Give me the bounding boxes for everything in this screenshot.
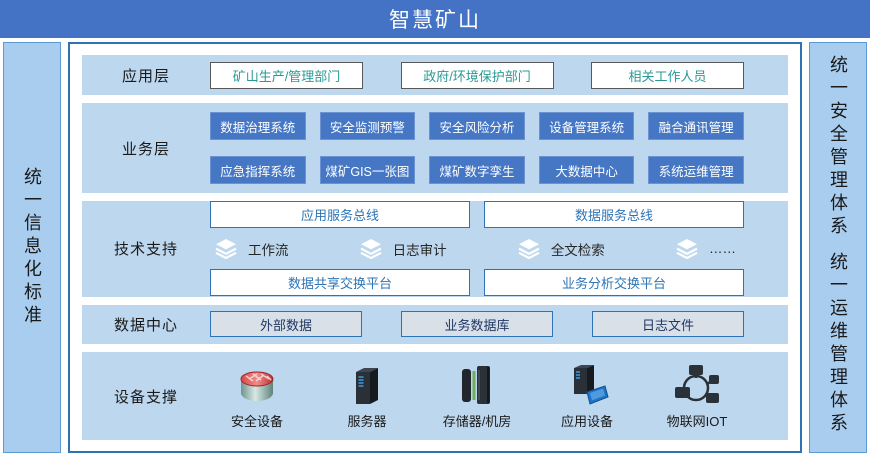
tech-support-content: 应用服务总线 数据服务总线 工作流 [210, 201, 744, 296]
service-label: …… [709, 241, 736, 256]
app-device-icon [564, 362, 610, 408]
middleware-service: 工作流 [214, 238, 289, 259]
business-box: 安全风险分析 [429, 112, 525, 140]
middleware-service: 日志审计 [359, 238, 447, 259]
data-box: 外部数据 [210, 311, 362, 337]
service-bus-box: 数据服务总线 [484, 201, 744, 228]
service-bus-box: 应用服务总线 [210, 201, 470, 228]
equipment-label: 物联网IOT [667, 411, 728, 430]
service-label: 全文检索 [551, 239, 605, 259]
application-box: 政府/环境保护部门 [401, 62, 554, 89]
exchange-platform-box: 数据共享交换平台 [210, 269, 470, 296]
smart-mine-architecture-diagram: 智慧矿山 统一信息化标准 应用层 矿山生产/管理部门 政府/环境保护部门 相关工… [0, 0, 870, 457]
page-title: 智慧矿山 [389, 4, 481, 34]
equipment-item: 应用设备 [540, 362, 634, 430]
tech-support-band: 技术支持 应用服务总线 数据服务总线 工作流 [82, 201, 788, 297]
equipment-item: 物联网IOT [650, 362, 744, 430]
middleware-service: …… [675, 238, 736, 259]
equipment-item: 存储器/机房 [430, 362, 524, 430]
equipment-item: 安全设备 [210, 362, 304, 430]
equipment-label: 存储器/机房 [443, 411, 512, 430]
left-sidebar-label: 统一信息化标准 [23, 167, 41, 328]
business-box: 应急指挥系统 [210, 156, 306, 184]
equipment-label: 应用设备 [561, 411, 613, 430]
tech-support-label: 技术支持 [82, 238, 210, 259]
right-sidebar-label-ops: 统一运维管理体系 [829, 252, 847, 436]
business-layer-boxes: 数据治理系统 安全监测预警 安全风险分析 设备管理系统 融合通讯管理 应急指挥系… [210, 112, 744, 184]
business-layer-label: 业务层 [82, 138, 210, 159]
business-box: 大数据中心 [539, 156, 635, 184]
business-layer-band: 业务层 数据治理系统 安全监测预警 安全风险分析 设备管理系统 融合通讯管理 应… [82, 103, 788, 193]
application-box: 相关工作人员 [591, 62, 744, 89]
data-box: 业务数据库 [401, 311, 553, 337]
equipment-layer-label: 设备支撑 [82, 386, 210, 407]
business-box: 融合通讯管理 [648, 112, 744, 140]
middleware-service: 全文检索 [517, 238, 605, 259]
iot-icon [673, 362, 721, 408]
right-sidebar-label-security: 统一安全管理体系 [829, 55, 847, 239]
application-layer-label: 应用层 [82, 65, 210, 86]
application-layer-boxes: 矿山生产/管理部门 政府/环境保护部门 相关工作人员 [210, 62, 744, 89]
exchange-platform-row: 数据共享交换平台 业务分析交换平台 [210, 269, 744, 296]
data-center-boxes: 外部数据 业务数据库 日志文件 [210, 311, 744, 337]
business-box: 煤矿数字孪生 [429, 156, 525, 184]
exchange-platform-box: 业务分析交换平台 [484, 269, 744, 296]
application-box: 矿山生产/管理部门 [210, 62, 363, 89]
data-center-band: 数据中心 外部数据 业务数据库 日志文件 [82, 305, 788, 344]
layers-icon [214, 238, 238, 259]
equipment-items: 安全设备 服务器 [210, 362, 744, 430]
right-sidebar-security-ops: 统一安全管理体系 统一运维管理体系 [809, 42, 867, 453]
business-box: 数据治理系统 [210, 112, 306, 140]
equipment-label: 服务器 [347, 411, 386, 430]
business-box: 安全监测预警 [320, 112, 416, 140]
layers-icon [675, 238, 699, 259]
business-box: 系统运维管理 [648, 156, 744, 184]
layers-icon [517, 238, 541, 259]
service-label: 工作流 [248, 239, 289, 259]
left-sidebar-info-standard: 统一信息化标准 [3, 42, 61, 453]
middleware-services-row: 工作流 日志审计 全文检索 [210, 238, 744, 259]
equipment-layer-band: 设备支撑 [82, 352, 788, 440]
title-banner: 智慧矿山 [0, 0, 870, 38]
application-layer-band: 应用层 矿山生产/管理部门 政府/环境保护部门 相关工作人员 [82, 55, 788, 95]
firewall-icon [234, 362, 280, 408]
service-bus-row: 应用服务总线 数据服务总线 [210, 201, 744, 228]
diagram-frame: 统一信息化标准 应用层 矿山生产/管理部门 政府/环境保护部门 相关工作人员 业… [0, 38, 870, 457]
main-architecture-panel: 应用层 矿山生产/管理部门 政府/环境保护部门 相关工作人员 业务层 数据治理系… [68, 42, 802, 453]
layers-icon [359, 238, 383, 259]
equipment-item: 服务器 [320, 362, 414, 430]
business-box: 煤矿GIS一张图 [320, 156, 416, 184]
data-center-label: 数据中心 [82, 314, 210, 335]
data-box: 日志文件 [592, 311, 744, 337]
server-icon [348, 362, 386, 408]
storage-icon [456, 362, 498, 408]
service-label: 日志审计 [393, 239, 447, 259]
business-box: 设备管理系统 [539, 112, 635, 140]
equipment-label: 安全设备 [231, 411, 283, 430]
